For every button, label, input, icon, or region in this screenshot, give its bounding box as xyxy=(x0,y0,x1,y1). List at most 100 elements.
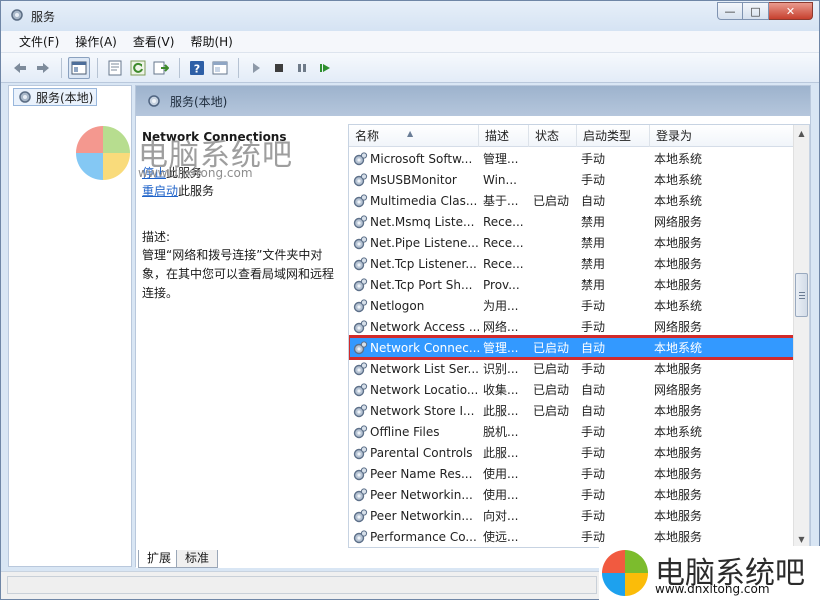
service-gear-icon xyxy=(353,466,368,480)
description-text: 管理“网络和拨号连接”文件夹中对象，在其中您可以查看局域网和远程连接。 xyxy=(142,248,335,300)
service-description: 使用... xyxy=(483,467,519,481)
table-row[interactable]: Parental Controls 此服... 手动 本地服务 xyxy=(349,442,795,463)
table-row[interactable]: Netlogon 为用... 手动 本地系统 xyxy=(349,295,795,316)
column-status[interactable]: 状态 xyxy=(529,125,577,147)
table-row[interactable]: Microsoft Softw... 管理... 手动 本地系统 xyxy=(349,148,795,169)
close-button[interactable]: ✕ xyxy=(769,2,813,20)
service-startup-type: 自动 xyxy=(581,194,606,208)
scroll-thumb[interactable] xyxy=(795,273,808,317)
maximize-button[interactable]: □ xyxy=(743,2,769,20)
column-logon-as[interactable]: 登录为 xyxy=(650,125,720,147)
table-row[interactable]: Peer Name Res... 使用... 手动 本地服务 xyxy=(349,463,795,484)
column-name-label: 名称 xyxy=(355,129,380,143)
export-button[interactable] xyxy=(150,57,172,79)
service-logon-as: 本地服务 xyxy=(654,236,703,250)
menu-help[interactable]: 帮助(H) xyxy=(182,31,240,53)
show-tree-button[interactable] xyxy=(68,56,90,79)
table-row[interactable]: Network Store I... 此服... 已启动 自动 本地服务 xyxy=(349,400,795,421)
properties-button[interactable] xyxy=(104,57,126,79)
service-startup-type: 手动 xyxy=(581,488,606,502)
help-button[interactable]: ? xyxy=(186,57,208,79)
service-description: Rece... xyxy=(483,214,524,229)
service-logon-as: 本地服务 xyxy=(654,467,703,481)
table-row[interactable]: Peer Networkin... 使用... 手动 本地服务 xyxy=(349,484,795,505)
restart-service-button[interactable] xyxy=(314,57,336,79)
start-service-button[interactable] xyxy=(245,57,267,79)
service-name: Network Locatio... xyxy=(349,382,479,398)
service-name-label: Offline Files xyxy=(370,424,440,439)
services-window: 服务 — □ ✕ 文件(F) 操作(A) 查看(V) 帮助(H) ? 服务(本地… xyxy=(0,0,820,600)
scroll-up-arrow-icon[interactable]: ▲ xyxy=(794,125,809,141)
service-status: 已启动 xyxy=(533,194,570,208)
table-row[interactable]: Net.Pipe Listene... Rece... 禁用 本地服务 xyxy=(349,232,795,253)
service-gear-icon xyxy=(353,382,368,396)
back-button[interactable] xyxy=(9,57,31,79)
service-gear-icon xyxy=(353,256,368,270)
service-logon-as: 本地服务 xyxy=(654,530,703,544)
tree-item-label: 服务(本地) xyxy=(36,90,94,105)
menu-view[interactable]: 查看(V) xyxy=(125,31,183,53)
table-row[interactable]: Network Connec... 管理... 已启动 自动 本地系统 xyxy=(349,335,797,360)
service-startup-type: 手动 xyxy=(581,299,606,313)
table-row[interactable]: Net.Tcp Listener... Rece... 禁用 本地服务 xyxy=(349,253,795,274)
service-gear-icon xyxy=(353,445,368,459)
services-gear-icon xyxy=(19,91,31,103)
services-gear-icon xyxy=(11,9,23,21)
tab-extended[interactable]: 扩展 xyxy=(138,550,181,568)
service-name: Microsoft Softw... xyxy=(349,151,479,167)
refresh-icon xyxy=(130,60,146,75)
table-row[interactable]: Net.Tcp Port Sh... Prov... 禁用 本地服务 xyxy=(349,274,795,295)
menu-action[interactable]: 操作(A) xyxy=(67,31,125,53)
service-name-label: Netlogon xyxy=(370,298,425,313)
service-name-label: Network List Ser... xyxy=(370,361,479,376)
tab-standard[interactable]: 标准 xyxy=(176,550,219,568)
service-startup-type: 手动 xyxy=(581,467,606,481)
service-description: 使远... xyxy=(483,530,519,544)
service-logon-as: 本地系统 xyxy=(654,173,703,187)
menu-file[interactable]: 文件(F) xyxy=(11,31,67,53)
service-logon-as: 网络服务 xyxy=(654,215,703,229)
table-row[interactable]: Network Locatio... 收集... 已启动 自动 网络服务 xyxy=(349,379,795,400)
table-row[interactable]: Network Access ... 网络... 手动 网络服务 xyxy=(349,316,795,337)
service-name: Performance Co... xyxy=(349,529,479,545)
windows-logo-icon xyxy=(602,550,648,596)
service-logon-as: 本地服务 xyxy=(654,404,703,418)
stop-service-button[interactable] xyxy=(268,57,290,79)
service-name: MsUSBMonitor xyxy=(349,172,479,188)
tree-item-services-local[interactable]: 服务(本地) xyxy=(13,88,98,106)
service-description: 此服... xyxy=(483,404,519,418)
minimize-button[interactable]: — xyxy=(717,2,743,20)
vertical-scrollbar[interactable]: ▲ ▼ xyxy=(793,125,809,547)
column-name[interactable]: 名称 ▲ xyxy=(349,125,479,147)
service-name-label: Peer Networkin... xyxy=(370,487,473,502)
service-startup-type: 手动 xyxy=(581,425,606,439)
service-name: Netlogon xyxy=(349,298,479,314)
table-row[interactable]: MsUSBMonitor Win... 手动 本地系统 xyxy=(349,169,795,190)
grip-icon xyxy=(799,292,805,299)
scroll-down-arrow-icon[interactable]: ▼ xyxy=(794,531,809,547)
service-gear-icon xyxy=(353,424,368,438)
refresh-button[interactable] xyxy=(127,57,149,79)
console-button[interactable] xyxy=(209,57,231,79)
service-name-label: Multimedia Clas... xyxy=(370,193,478,208)
service-startup-type: 自动 xyxy=(581,404,606,418)
table-row[interactable]: Offline Files 脱机... 手动 本地系统 xyxy=(349,421,795,442)
column-description[interactable]: 描述 xyxy=(479,125,529,147)
forward-button[interactable] xyxy=(32,57,54,79)
service-startup-type: 手动 xyxy=(581,530,606,544)
table-row[interactable]: Peer Networkin... 向对... 手动 本地服务 xyxy=(349,505,795,526)
pause-service-button[interactable] xyxy=(291,57,313,79)
pause-icon xyxy=(298,63,306,72)
service-name: Net.Tcp Listener... xyxy=(349,256,479,272)
pane-header-title: 服务(本地) xyxy=(170,94,228,109)
table-row[interactable]: Multimedia Clas... 基于... 已启动 自动 本地系统 xyxy=(349,190,795,211)
service-name-label: Net.Tcp Port Sh... xyxy=(370,277,473,292)
table-row[interactable]: Net.Msmq Liste... Rece... 禁用 网络服务 xyxy=(349,211,795,232)
table-row[interactable]: Performance Co... 使远... 手动 本地服务 xyxy=(349,526,795,547)
service-name-label: Net.Pipe Listene... xyxy=(370,235,479,250)
service-name-label: Peer Name Res... xyxy=(370,466,473,481)
service-gear-icon xyxy=(353,193,368,207)
table-row[interactable]: Network List Ser... 识别... 已启动 手动 本地服务 xyxy=(349,358,795,379)
properties-icon xyxy=(108,60,122,75)
column-startup-type[interactable]: 启动类型 xyxy=(577,125,650,147)
